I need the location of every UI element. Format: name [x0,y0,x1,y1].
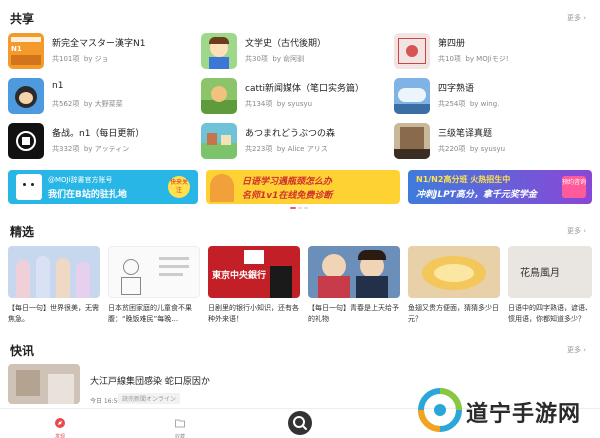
site-watermark: 道宁手游网 [418,382,600,438]
shared-item-meta: 共30项 by 俞阿驯 [245,55,305,63]
image-text: 東京中央銀行 [212,271,267,281]
illustration-image [108,246,200,298]
news-section-title: 快讯 [10,344,35,358]
featured-section-title: 精选 [10,225,35,239]
landscape-thumbnail [394,78,430,114]
follow-badge: 快来关注 [168,176,190,198]
shared-item-title: 第四册 [438,39,466,49]
shared-item-title: あつまれどうぶつの森 [245,129,336,139]
featured-card[interactable]: 花鳥風月 日语中的四字熟语，谚语、惯用语，你都知道多少？ [508,246,592,325]
shared-more-link[interactable]: 更多 › [567,13,586,23]
shared-item-title: n1 [52,81,64,91]
bank-drama-image: 東京中央銀行 [208,246,300,298]
tv-mascot-icon [16,174,42,200]
news-time: 今日 16:50 [90,398,122,405]
cartoon-avatar-thumbnail [8,78,44,114]
game-scene-thumbnail [201,78,237,114]
food-image [408,246,500,298]
shared-item-title: 文学史（古代後期） [245,39,327,49]
bilibili-banner[interactable]: @MOJi辞書官方账号 我们在B站的驻扎地 快来关注 [8,170,198,204]
tab-label: 发现 [54,434,65,438]
shared-item-meta: 共332项 by アッティン [52,145,130,153]
banner-tag: @MOJi辞書官方账号 [48,176,113,184]
featured-caption: 鱼翅又贵方便面，猜猜多少日元？ [408,304,499,323]
logo-thumbnail [8,123,44,159]
course-banner[interactable]: N1/N2高分班 火热招生中 冲刺JLPT高分，拿千元奖学金 预约咨询 [408,170,592,204]
shared-item-meta: 共223项 by Alice アリス [245,145,328,153]
tab-favorites[interactable]: 收藏 [165,413,195,438]
shared-item-meta: 共134项 by syusyu [245,100,313,108]
shared-item[interactable]: 第四册 共10项 by MOJiモジ! [394,33,584,69]
shared-item[interactable]: 四字熟语 共254项 by wing. [394,78,584,114]
calligraphy-image: 花鳥風月 [508,246,592,298]
photo-thumbnail [394,123,430,159]
game-scene-thumbnail [201,123,237,159]
shared-item[interactable]: 备战。n1（每日更新） 共332项 by アッティン [8,123,198,159]
site-logo-icon [418,388,462,432]
book-cover-thumbnail [394,33,430,69]
shared-item-meta: 共562项 by 大野菜菜 [52,100,123,108]
featured-caption: 【每日一句】青春是上天给予的礼物 [308,304,399,323]
pagination-dot-active [290,207,296,209]
shared-item[interactable]: N1 新完全マスター漢字N1 共101项 by ジョ [8,33,198,69]
featured-card[interactable]: 鱼翅又贵方便面，猜猜多少日元？ [408,246,500,325]
shared-item[interactable]: n1 共562项 by 大野菜菜 [8,78,198,114]
discover-icon [55,418,65,428]
news-source-badge: 読売新聞オンライン [118,393,181,404]
shared-section-title: 共享 [10,12,35,26]
news-more-link[interactable]: 更多 › [567,345,586,355]
featured-caption: 日本贫困家庭的儿童食不果腹：“晚饭难民”每晚… [108,304,192,323]
banner-line1: 日语学习遇瓶颈怎么办 [242,177,333,187]
shared-item[interactable]: catti新闻媒体（笔口实务篇） 共134项 by syusyu [201,78,391,114]
shared-item-meta: 共101项 by ジョ [52,55,109,63]
shared-item[interactable]: 三级笔译真题 共220项 by syusyu [394,123,584,159]
banner-pagination [290,207,308,209]
featured-more-link[interactable]: 更多 › [567,226,586,236]
drama-poster-image [308,246,400,298]
tab-label: 收藏 [174,434,185,438]
folder-icon [175,419,185,428]
news-image[interactable] [8,364,80,404]
banner-text: 我们在B站的驻扎地 [48,190,127,200]
shared-item[interactable]: あつまれどうぶつの森 共223项 by Alice アリス [201,123,391,159]
search-icon [293,416,307,430]
tab-discover[interactable]: 发现 [45,413,75,438]
anime-image [8,246,100,298]
watermark-text: 道宁手游网 [466,402,582,427]
shared-item[interactable]: 文学史（古代後期） 共30项 by 俞阿驯 [201,33,391,69]
banner-line2: 名师1v1在线免费诊断 [242,191,333,201]
shared-item-title: 三级笔译真题 [438,129,493,139]
news-headline[interactable]: 大江戸線集団感染 蛇口原因か [90,374,210,387]
featured-card[interactable]: 日本贫困家庭的儿童食不果腹：“晚饭难民”每晚… [108,246,200,325]
banner-line2: 冲刺JLPT高分，拿千元奖学金 [416,190,537,200]
shared-item-title: 备战。n1（每日更新） [52,129,145,139]
search-button[interactable] [288,411,312,435]
shared-item-meta: 共254项 by wing. [438,100,500,108]
pagination-dot [304,207,308,209]
banner-line1: N1/N2高分班 火热招生中 [416,175,511,184]
featured-caption: 日语中的四字熟语，谚语、惯用语，你都知道多少？ [508,304,592,323]
pagination-dot [298,207,302,209]
reserve-badge: 预约咨询 [562,176,586,198]
cartoon-avatar-thumbnail [201,33,237,69]
featured-caption: 【每日一句】世界很美，无需焦急。 [8,304,99,323]
featured-card[interactable]: 【每日一句】青春是上天给予的礼物 [308,246,400,325]
book-cover-thumbnail: N1 [8,33,44,69]
shared-item-meta: 共220项 by syusyu [438,145,506,153]
shared-item-title: catti新闻媒体（笔口实务篇） [245,84,365,94]
featured-card[interactable]: 東京中央銀行 日剧里的银行小知识，还有各种外来语！ [208,246,300,325]
teacher-illustration-icon [210,174,234,202]
tutoring-banner[interactable]: 日语学习遇瓶颈怎么办 名师1v1在线免费诊断 [206,170,400,204]
featured-caption: 日剧里的银行小知识，还有各种外来语！ [208,304,299,323]
shared-item-title: 新完全マスター漢字N1 [52,39,146,49]
shared-item-meta: 共10项 by MOJiモジ! [438,55,509,63]
shared-item-title: 四字熟语 [438,84,475,94]
image-text: 花鳥風月 [520,268,560,279]
featured-card[interactable]: 【每日一句】世界很美，无需焦急。 [8,246,100,325]
